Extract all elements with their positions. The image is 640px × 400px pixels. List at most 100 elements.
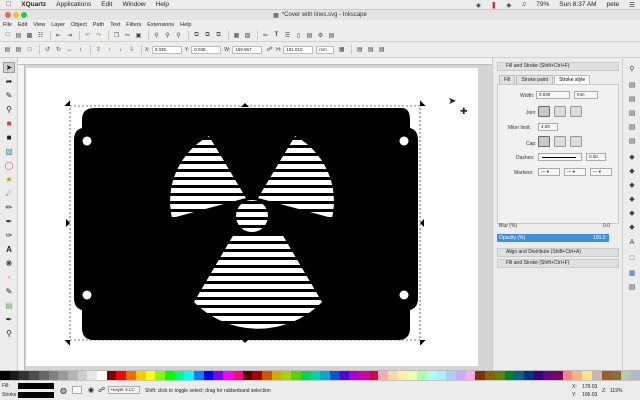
select-all-icon[interactable]: ▤ — [3, 45, 12, 54]
menu-help[interactable]: Help — [177, 22, 194, 28]
horizontal-ruler[interactable] — [18, 58, 492, 65]
width-field[interactable]: 0.030 — [536, 91, 570, 99]
dash-offset-field[interactable]: 0.00 — [586, 153, 606, 161]
snap-object-midpoint-icon[interactable]: ◆ — [627, 208, 637, 217]
opacity-icon[interactable]: ◍ — [60, 386, 67, 395]
print-icon[interactable]: ☷ — [36, 31, 45, 40]
mac-menu-edit[interactable]: Edit — [96, 1, 117, 8]
zoom-window-button[interactable] — [21, 12, 27, 18]
selector-tool-icon[interactable]: ➤ — [3, 62, 15, 73]
pencil-tool-icon[interactable]: ✏ — [3, 202, 15, 213]
tab-stroke-style[interactable]: Stroke style — [554, 75, 591, 84]
connector-tool-icon[interactable]: ⚲ — [3, 328, 15, 339]
height-field[interactable]: 101.010 — [283, 45, 314, 54]
spiral-tool-icon[interactable]: ☄ — [3, 188, 15, 199]
record-icon[interactable]: ❚ — [486, 1, 501, 9]
snap-bbox-icon[interactable]: ▤ — [627, 80, 637, 89]
spray-tool-icon[interactable]: ❋ — [3, 258, 15, 269]
y-field[interactable]: 0.035 — [191, 45, 222, 54]
snap-guide-icon[interactable]: ▤ — [627, 282, 637, 291]
menu-file[interactable]: File — [0, 22, 15, 28]
join-bevel-button[interactable] — [570, 106, 582, 117]
tab-stroke-paint[interactable]: Stroke paint — [516, 75, 554, 84]
layers-icon[interactable]: ☰ — [283, 31, 292, 40]
zoom-page-icon[interactable]: ⚲ — [174, 31, 183, 40]
width-field[interactable]: 159.967 — [232, 45, 263, 54]
select-all-layers-icon[interactable]: ▤ — [14, 45, 23, 54]
menu-extensions[interactable]: Extensions — [144, 22, 177, 28]
menu-text[interactable]: Text — [107, 22, 123, 28]
lower-icon[interactable]: ↓ — [116, 45, 125, 54]
tweak-tool-icon[interactable]: ✎ — [3, 90, 15, 101]
move-gradients-icon[interactable]: ▤ — [366, 45, 375, 54]
preferences-icon[interactable]: ⚙ — [316, 31, 325, 40]
snap-rotation-center-icon[interactable]: ◆ — [627, 222, 637, 231]
bucket-tool-icon[interactable]: ✎ — [3, 286, 15, 297]
app-name[interactable]: XQuartz — [16, 1, 51, 8]
ungroup-icon[interactable]: ▧ — [243, 31, 252, 40]
move-patterns-icon[interactable]: ▤ — [377, 45, 386, 54]
lock-icon[interactable]: ☍ — [98, 386, 105, 394]
x-field[interactable]: 0.035 — [151, 45, 182, 54]
snap-corner-icon[interactable]: ▤ — [627, 108, 637, 117]
menu-list-icon[interactable]: ☰ — [624, 1, 640, 9]
copy-icon[interactable]: ❐ — [112, 31, 121, 40]
visibility-icon[interactable]: ◉ — [88, 386, 94, 394]
align-panel-header[interactable]: Align and Distribute (Shift+Ctrl+A) — [497, 248, 619, 257]
fill-stroke-icon[interactable]: ✏ — [261, 31, 270, 40]
menu-edit[interactable]: Edit — [15, 22, 30, 28]
user-name[interactable]: pete — [602, 1, 625, 8]
end-marker-select[interactable]: — ▾ — [590, 168, 612, 176]
cap-butt-button[interactable] — [538, 136, 550, 147]
canvas-area[interactable]: ➤ ✚ — [18, 58, 492, 370]
menu-object[interactable]: Object — [68, 22, 90, 28]
dashes-select[interactable] — [538, 153, 582, 161]
redo-icon[interactable]: ↷ — [94, 31, 103, 40]
cap-square-button[interactable] — [570, 136, 582, 147]
battery-percent[interactable]: 79% — [531, 1, 554, 8]
zoom-value[interactable]: 119% — [610, 388, 622, 394]
snap-grid-icon[interactable]: ▦ — [627, 268, 637, 277]
fill-stroke-panel-tab[interactable]: Fill and Stroke (Shift+Ctrl+F) — [497, 259, 619, 268]
dropbox-icon[interactable]: ◈ — [471, 1, 486, 9]
layer-select[interactable]: •Layer 4 LC — [108, 386, 140, 394]
cut-icon[interactable]: ✂ — [123, 31, 132, 40]
wifi-icon[interactable]: ◈ — [501, 1, 516, 9]
clock[interactable]: Sun 8:37 AM — [554, 1, 601, 8]
snap-bbox-edge-icon[interactable]: ▤ — [627, 94, 637, 103]
unlink-clone-icon[interactable]: ⧉ — [214, 31, 223, 40]
dropper-tool-icon[interactable]: ✒ — [3, 314, 15, 325]
minimize-window-button[interactable] — [13, 12, 19, 18]
lower-bottom-icon[interactable]: ⇩ — [127, 45, 136, 54]
close-window-button[interactable] — [5, 12, 11, 18]
start-marker-select[interactable]: — ▾ — [538, 168, 560, 176]
mac-menu-window[interactable]: Window — [117, 1, 150, 8]
text-tool-icon[interactable]: A — [3, 244, 15, 255]
group-icon[interactable]: ▦ — [232, 31, 241, 40]
duplicate-icon[interactable]: ⧉ — [192, 31, 201, 40]
import-icon[interactable]: ⇤ — [54, 31, 63, 40]
measure-tool-icon[interactable]: ■ — [3, 118, 15, 129]
snap-intersection-icon[interactable]: ◆ — [627, 180, 637, 189]
deselect-icon[interactable]: □ — [25, 45, 34, 54]
blur-value[interactable]: 0.0 — [603, 223, 610, 229]
calligraphy-tool-icon[interactable]: ✑ — [3, 230, 15, 241]
snap-midpoint-icon[interactable]: ▤ — [627, 122, 637, 131]
rectangle-tool-icon[interactable]: ■ — [3, 132, 15, 143]
new-document-icon[interactable]: □ — [3, 31, 12, 40]
clone-icon[interactable]: ⧉ — [203, 31, 212, 40]
raise-top-icon[interactable]: ⇧ — [94, 45, 103, 54]
menu-layer[interactable]: Layer — [48, 22, 68, 28]
drawing[interactable] — [26, 68, 478, 366]
fill-stroke-panel-header[interactable]: Fill and Stroke (Shift+Ctrl+F) — [497, 62, 619, 71]
3dbox-tool-icon[interactable]: ▨ — [3, 146, 15, 157]
save-icon[interactable]: ▩ — [25, 31, 34, 40]
star-tool-icon[interactable]: ★ — [3, 174, 15, 185]
mac-menu-applications[interactable]: Applications — [51, 1, 96, 8]
snap-toggle-icon[interactable]: ⚲ — [627, 64, 637, 73]
unit-select[interactable]: mm — [316, 45, 335, 54]
zoom-selection-icon[interactable]: ⚲ — [152, 31, 161, 40]
tab-fill[interactable]: Fill — [499, 75, 516, 84]
menu-filters[interactable]: Filters — [123, 22, 144, 28]
export-icon[interactable]: ⇥ — [65, 31, 74, 40]
